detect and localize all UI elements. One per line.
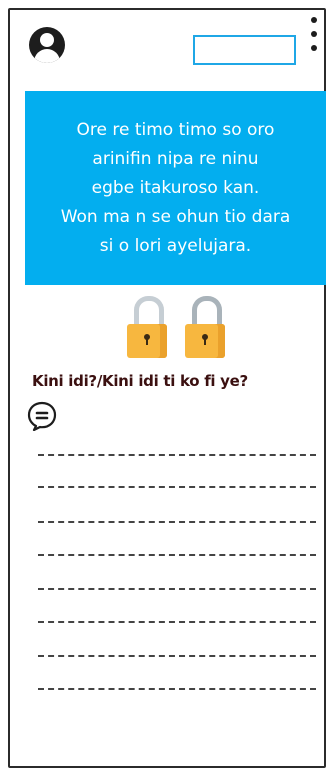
locks-group [122, 294, 232, 360]
answer-line[interactable] [38, 688, 316, 690]
kebab-menu-icon[interactable] [307, 14, 321, 54]
kebab-dot [311, 31, 317, 37]
padlock-body [185, 324, 225, 358]
keyhole [144, 334, 150, 345]
info-banner: Ore re timo timo so oro arinifin nipa re… [25, 91, 326, 285]
padlock-icon [185, 294, 225, 360]
padlock-icon [127, 294, 167, 360]
header-input[interactable] [193, 35, 296, 65]
answer-line[interactable] [38, 554, 316, 556]
answer-line[interactable] [38, 454, 316, 456]
keyhole [202, 334, 208, 345]
kebab-dot [311, 17, 317, 23]
kebab-dot [311, 45, 317, 51]
answer-line[interactable] [38, 655, 316, 657]
question-heading: Kini idi?/Kini idi ti ko fi ye? [32, 372, 248, 390]
chat-bubble-icon[interactable] [27, 401, 57, 431]
avatar-shoulders [34, 49, 60, 63]
padlock-body [127, 324, 167, 358]
user-avatar-icon[interactable] [29, 27, 65, 63]
answer-line[interactable] [38, 521, 316, 523]
avatar-head [40, 33, 54, 47]
answer-line[interactable] [38, 486, 316, 488]
banner-text: Ore re timo timo so oro arinifin nipa re… [60, 119, 291, 256]
answer-line[interactable] [38, 588, 316, 590]
answer-line[interactable] [38, 621, 316, 623]
